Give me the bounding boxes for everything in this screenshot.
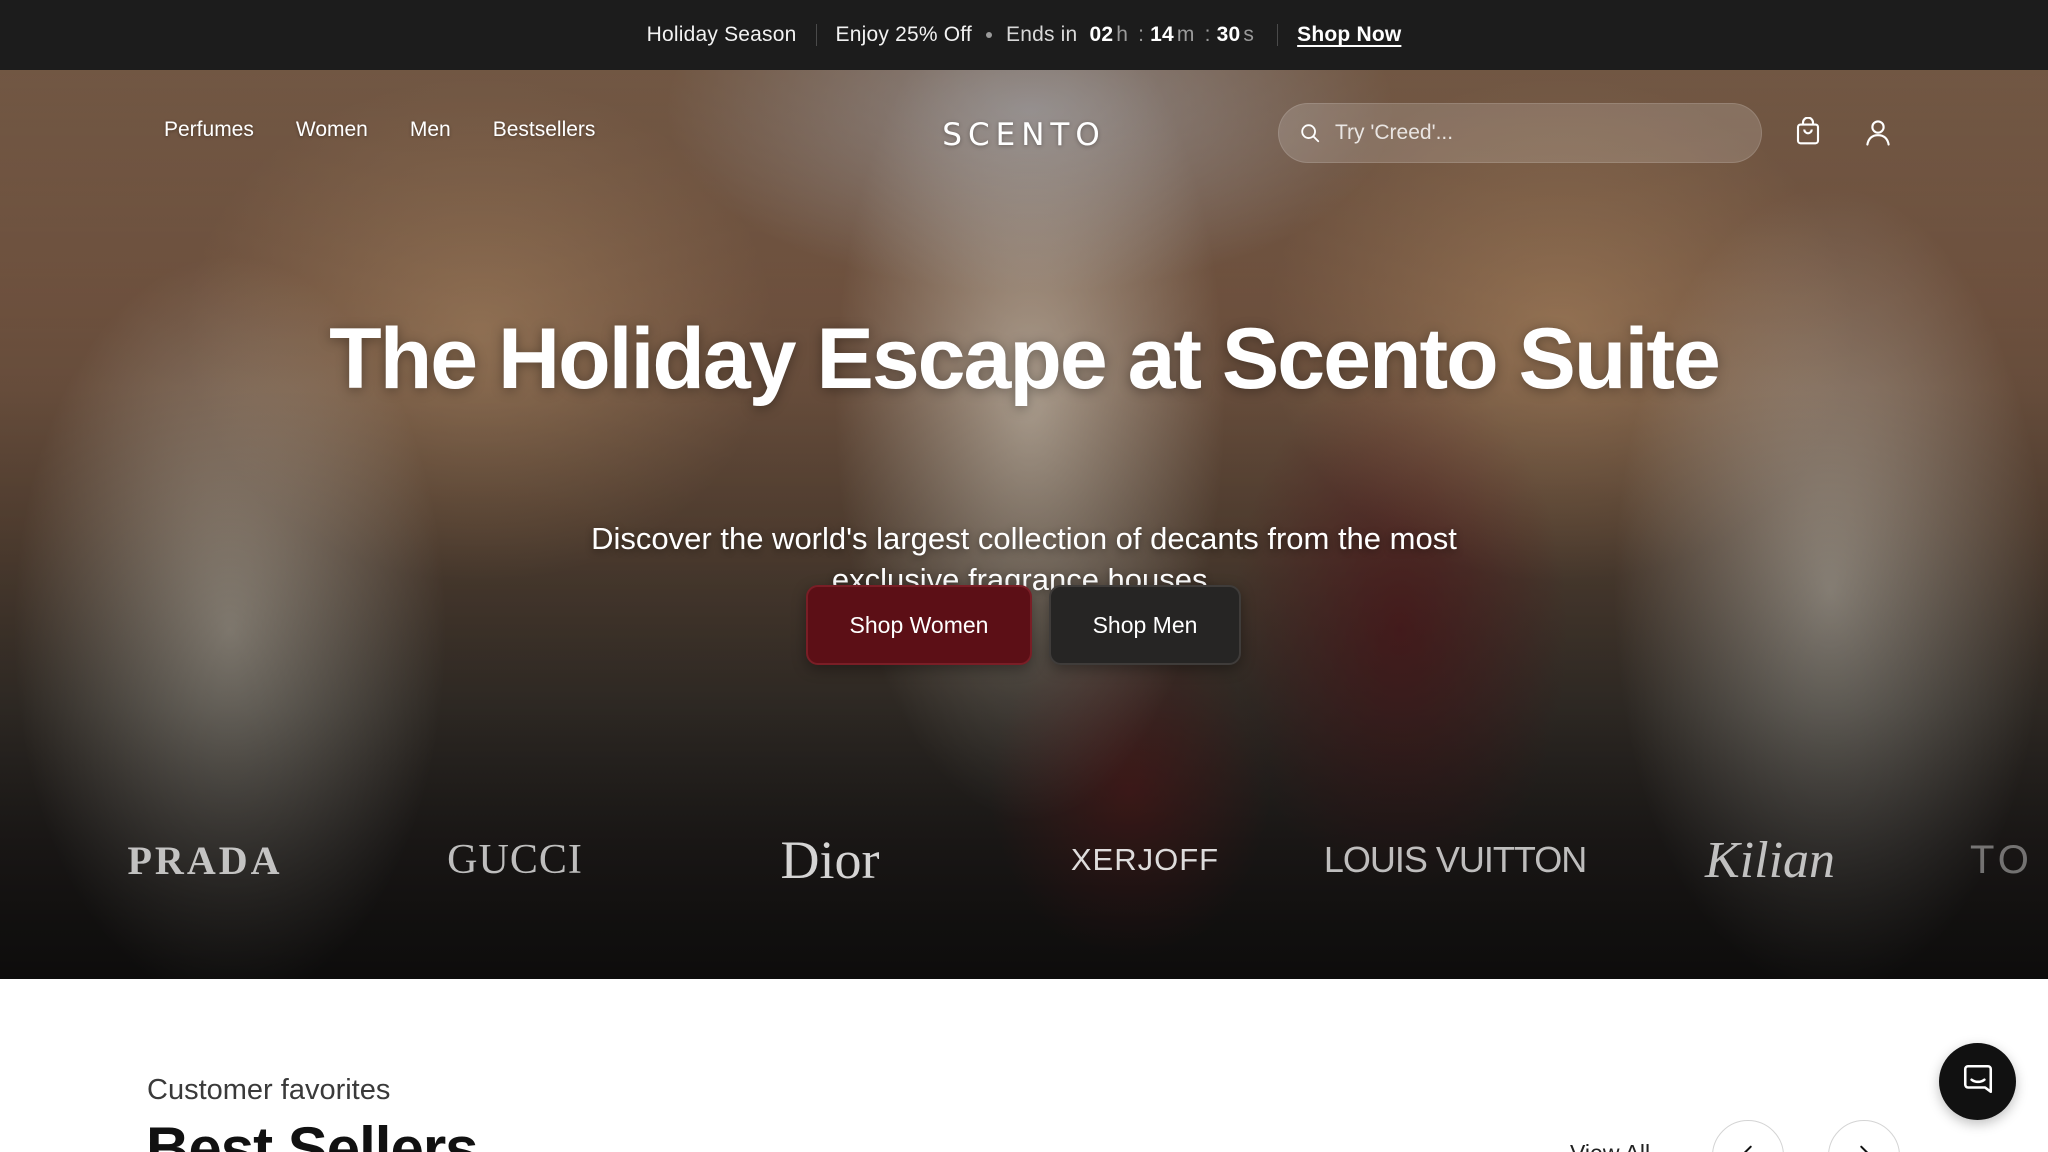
section-title: Best Sellers — [146, 1115, 479, 1152]
carousel-prev-button[interactable] — [1712, 1120, 1784, 1152]
countdown-hours-unit: h — [1116, 23, 1129, 46]
countdown-colon: : — [1138, 23, 1145, 46]
brand-logo-gucci[interactable]: GUCCI — [420, 830, 610, 890]
chat-icon — [1961, 1062, 1995, 1101]
hero-banner: Perfumes Women Men Bestsellers SCENTO Tr… — [0, 70, 2048, 979]
countdown-minutes: 14 — [1150, 23, 1174, 46]
user-icon — [1863, 117, 1893, 152]
promo-bar: Holiday Season Enjoy 25% Off Ends in 02 … — [0, 0, 2048, 70]
countdown-colon: : — [1204, 23, 1211, 46]
countdown-seconds: 30 — [1216, 23, 1241, 46]
countdown-minutes-unit: m — [1176, 23, 1195, 46]
cart-button[interactable] — [1788, 114, 1828, 154]
shopping-bag-icon — [1793, 116, 1823, 152]
promo-dot — [985, 32, 992, 38]
nav-women[interactable]: Women — [296, 118, 368, 142]
nav-men[interactable]: Men — [410, 118, 451, 142]
site-logo[interactable]: SCENTO — [924, 114, 1124, 156]
shop-now-link[interactable]: Shop Now — [1297, 23, 1401, 47]
view-all-link[interactable]: View All — [1570, 1140, 1650, 1152]
chat-button[interactable] — [1939, 1043, 2016, 1120]
chevron-left-icon — [1737, 1143, 1759, 1152]
chevron-right-icon — [1853, 1143, 1875, 1152]
search-input[interactable] — [1335, 121, 1735, 145]
section-eyebrow: Customer favorites — [147, 1074, 391, 1106]
search-bar[interactable] — [1278, 103, 1762, 163]
search-icon — [1297, 120, 1323, 146]
main-nav: Perfumes Women Men Bestsellers — [164, 118, 595, 142]
promo-season: Holiday Season — [646, 23, 797, 46]
countdown-hours: 02 — [1089, 23, 1114, 46]
promo-ends-label: Ends in — [1005, 23, 1078, 46]
brand-logo-partial[interactable]: TO — [1970, 830, 2048, 890]
brand-logo-kilian[interactable]: Kilian — [1695, 830, 1845, 890]
promo-divider — [815, 24, 817, 46]
nav-perfumes[interactable]: Perfumes — [164, 118, 254, 142]
hero-headline: The Holiday Escape at Scento Suite — [329, 311, 1721, 407]
carousel-next-button[interactable] — [1828, 1120, 1900, 1152]
shop-men-button[interactable]: Shop Men — [1049, 585, 1241, 665]
brand-logo-dior[interactable]: Dior — [740, 830, 920, 890]
shop-women-button[interactable]: Shop Women — [806, 585, 1032, 665]
brand-logo-xerjoff[interactable]: XERJOFF — [1060, 830, 1230, 890]
brand-logo-prada[interactable]: PRADA — [100, 830, 310, 890]
brand-logo-louis-vuitton[interactable]: LOUIS VUITTON — [1324, 830, 1587, 890]
promo-offer: Enjoy 25% Off — [835, 23, 972, 46]
account-button[interactable] — [1858, 114, 1898, 154]
countdown-seconds-unit: s — [1243, 23, 1255, 46]
nav-bestsellers[interactable]: Bestsellers — [493, 118, 596, 142]
promo-divider — [1277, 24, 1279, 46]
